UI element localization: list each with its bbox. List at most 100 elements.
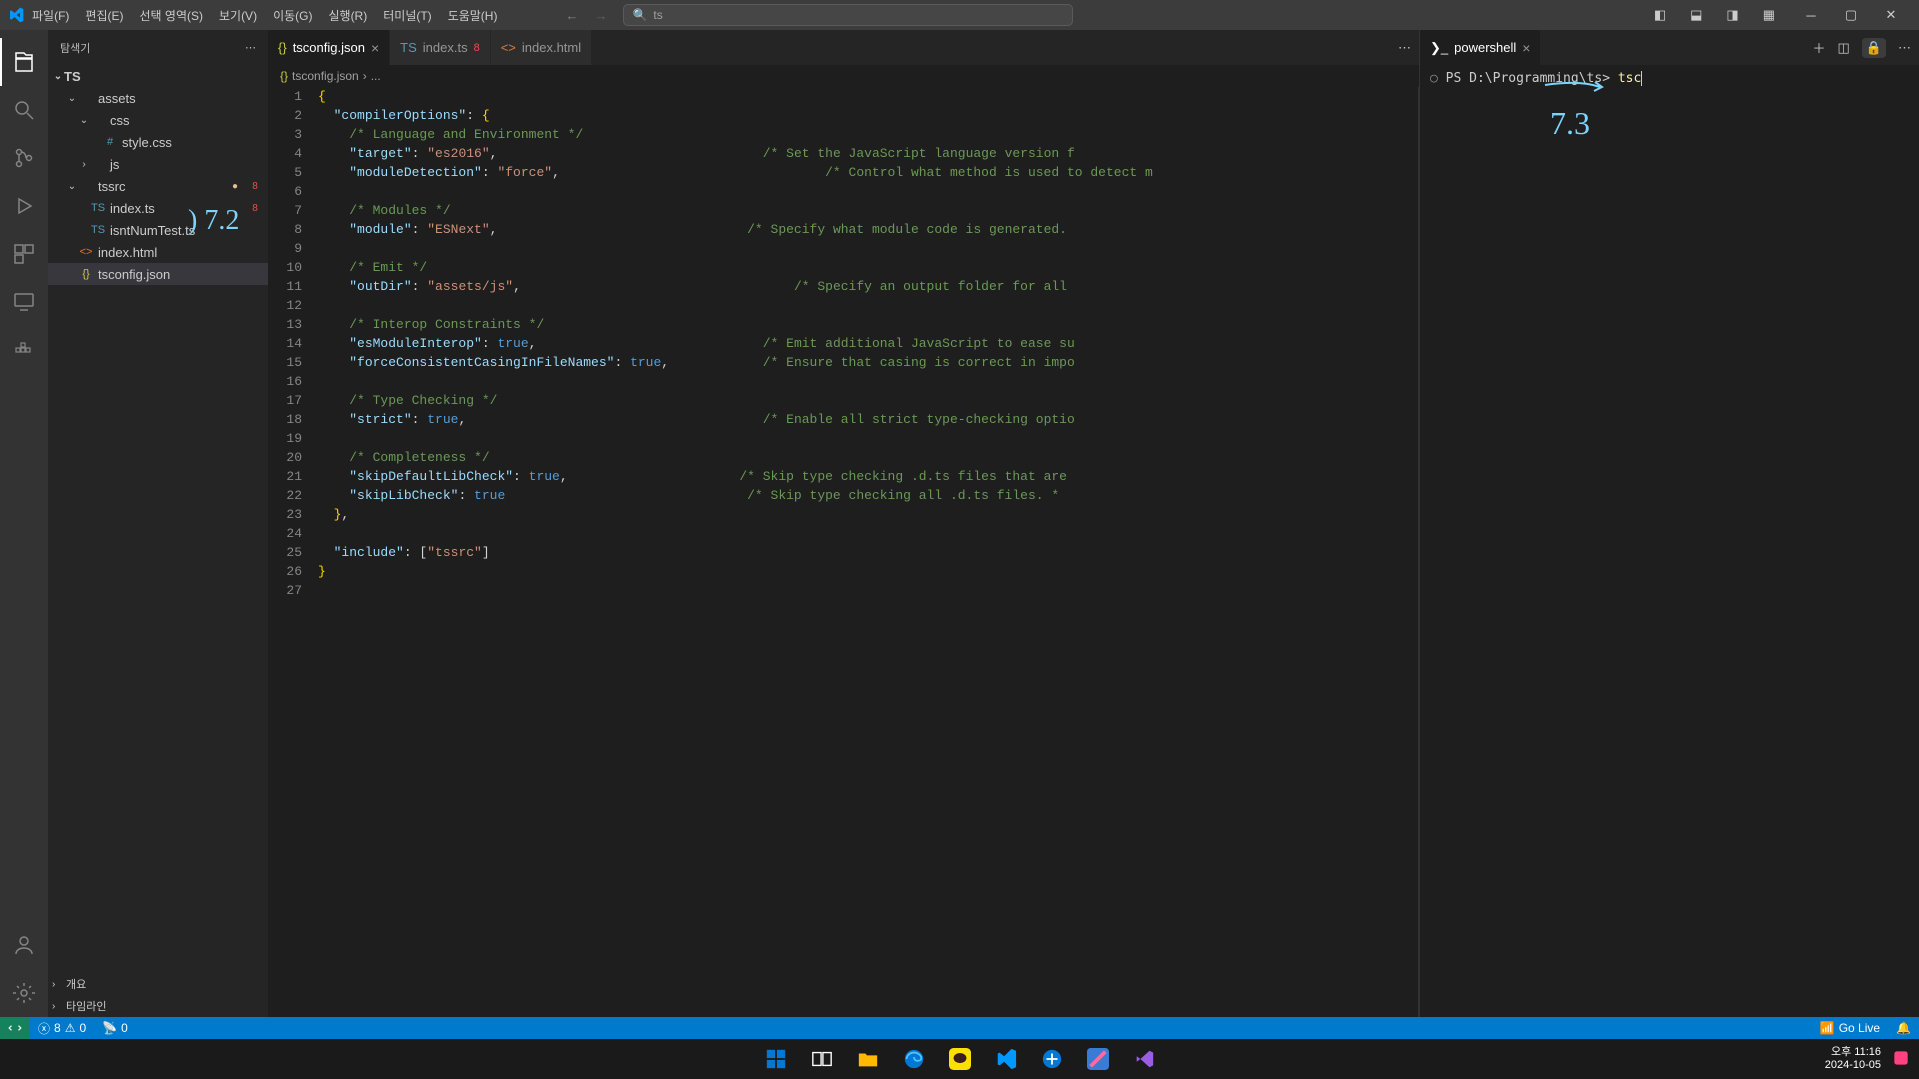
warning-icon: ⚠ xyxy=(65,1021,76,1035)
activity-settings[interactable] xyxy=(0,969,48,1017)
tree-folder[interactable]: ⌄tssrc●8 xyxy=(48,175,268,197)
window-close-button[interactable]: ✕ xyxy=(1871,0,1911,30)
toggle-secondary-sidebar-icon[interactable]: ◨ xyxy=(1720,7,1744,23)
code-area[interactable]: { "compilerOptions": { /* Language and E… xyxy=(318,87,1418,1017)
window-minimize-button[interactable]: ─ xyxy=(1791,0,1831,30)
taskbar-task-view[interactable] xyxy=(802,1043,842,1075)
activity-search[interactable] xyxy=(0,86,48,134)
split-terminal-icon[interactable]: ◫ xyxy=(1838,40,1850,56)
handwritten-annotation-73: 7.3 xyxy=(1550,85,1590,122)
nav-forward-icon[interactable]: → xyxy=(594,8,607,23)
modified-indicator: ● xyxy=(228,179,242,193)
taskbar-edge[interactable] xyxy=(894,1043,934,1075)
terminal-more-icon[interactable]: ⋯ xyxy=(1898,40,1911,56)
tree-root[interactable]: ⌄ TS xyxy=(48,65,268,87)
search-icon: 🔍 xyxy=(632,8,647,22)
menu-item[interactable]: 보기(V) xyxy=(211,0,265,30)
menu-item[interactable]: 이동(G) xyxy=(265,0,320,30)
chevron-down-icon: ⌄ xyxy=(66,181,78,192)
status-ports[interactable]: 📡0 xyxy=(94,1021,136,1035)
error-count-badge: 8 xyxy=(248,201,262,215)
chevron-right-icon: › xyxy=(78,159,90,170)
tree-file[interactable]: TSisntNumTest.ts xyxy=(48,219,268,241)
nav-back-icon[interactable]: ← xyxy=(565,8,578,23)
broadcast-icon: 📶 xyxy=(1820,1021,1835,1035)
breadcrumb[interactable]: {} tsconfig.json › ... xyxy=(268,65,1419,87)
activity-remote-explorer[interactable] xyxy=(0,278,48,326)
taskbar-app-gradient[interactable] xyxy=(1078,1043,1118,1075)
tree-file[interactable]: <>index.html xyxy=(48,241,268,263)
command-center[interactable]: 🔍 ts xyxy=(623,4,1073,26)
menu-item[interactable]: 편집(E) xyxy=(77,0,131,30)
menu-item[interactable]: 실행(R) xyxy=(320,0,375,30)
file-type-icon: # xyxy=(102,136,118,148)
radio-tower-icon: 📡 xyxy=(102,1021,117,1035)
remote-indicator[interactable] xyxy=(0,1017,30,1039)
tree-item-label: tssrc xyxy=(98,179,228,194)
editor-tab[interactable]: <>index.html xyxy=(491,30,592,65)
editor-more-icon[interactable]: ⋯ xyxy=(1398,40,1411,56)
taskbar-clock[interactable]: 오후 11:16 2024-10-05 xyxy=(1825,1046,1881,1072)
activity-accounts[interactable] xyxy=(0,921,48,969)
tree-folder[interactable]: ›js xyxy=(48,153,268,175)
sidebar-more-icon[interactable]: ⋯ xyxy=(245,41,256,54)
window-maximize-button[interactable]: ▢ xyxy=(1831,0,1871,30)
editor-body[interactable]: 1234567891011121314151617181920212223242… xyxy=(268,87,1419,1017)
status-notifications[interactable]: 🔔 xyxy=(1888,1021,1919,1035)
file-type-icon: TS xyxy=(90,224,106,236)
chevron-down-icon: ⌄ xyxy=(52,71,64,82)
terminal-lock-icon[interactable]: 🔒 xyxy=(1862,38,1886,58)
tree-file[interactable]: #style.css xyxy=(48,131,268,153)
search-text: ts xyxy=(653,8,662,22)
close-icon[interactable]: × xyxy=(371,40,379,56)
menu-item[interactable]: 선택 영역(S) xyxy=(131,0,211,30)
activity-run-debug[interactable] xyxy=(0,182,48,230)
sidebar-section[interactable]: ›개요 xyxy=(48,973,268,995)
vscode-icon xyxy=(8,7,24,23)
tree-folder[interactable]: ⌄ assets xyxy=(48,87,268,109)
taskbar-tray-icon[interactable] xyxy=(1891,1048,1911,1071)
toggle-primary-sidebar-icon[interactable]: ◧ xyxy=(1648,7,1672,23)
menu-bar: 파일(F)편집(E)선택 영역(S)보기(V)이동(G)실행(R)터미널(T)도… xyxy=(24,0,505,30)
menu-item[interactable]: 터미널(T) xyxy=(375,0,439,30)
sidebar-title: 탐색기 xyxy=(60,40,90,56)
activity-docker[interactable] xyxy=(0,326,48,374)
chevron-right-icon: › xyxy=(52,1001,66,1012)
menu-item[interactable]: 파일(F) xyxy=(24,0,77,30)
activity-source-control[interactable] xyxy=(0,134,48,182)
status-go-live[interactable]: 📶Go Live xyxy=(1812,1021,1888,1035)
file-tree: ⌄ TS ⌄assets⌄css#style.css›js⌄tssrc●8TSi… xyxy=(48,65,268,973)
activity-extensions[interactable] xyxy=(0,230,48,278)
editor-tabs-actions: ⋯ xyxy=(1390,30,1419,65)
toggle-panel-icon[interactable]: ⬓ xyxy=(1684,7,1708,23)
close-icon[interactable]: × xyxy=(1522,40,1530,56)
taskbar-visual-studio[interactable] xyxy=(1124,1043,1164,1075)
terminal-tab-powershell[interactable]: ❯_ powershell × xyxy=(1420,30,1541,65)
taskbar-app-blue[interactable] xyxy=(1032,1043,1072,1075)
chevron-right-icon: › xyxy=(52,979,66,990)
tree-file[interactable]: TSindex.ts8 xyxy=(48,197,268,219)
file-type-icon: {} xyxy=(78,268,94,280)
new-terminal-icon[interactable]: ＋ xyxy=(1813,38,1826,57)
taskbar-vscode[interactable] xyxy=(986,1043,1026,1075)
titlebar: 파일(F)편집(E)선택 영역(S)보기(V)이동(G)실행(R)터미널(T)도… xyxy=(0,0,1919,30)
editor-tab[interactable]: TSindex.ts8 xyxy=(390,30,491,65)
customize-layout-icon[interactable]: ▦ xyxy=(1757,7,1781,23)
editor-tab[interactable]: {}tsconfig.json× xyxy=(268,30,390,65)
windows-taskbar: 오후 11:16 2024-10-05 xyxy=(0,1039,1919,1079)
taskbar-explorer[interactable] xyxy=(848,1043,888,1075)
status-problems[interactable]: ⓧ8 ⚠0 xyxy=(30,1020,94,1037)
taskbar-kakao[interactable] xyxy=(940,1043,980,1075)
chevron-down-icon: ⌄ xyxy=(66,93,78,104)
tree-file[interactable]: {}tsconfig.json xyxy=(48,263,268,285)
tree-item-label: assets xyxy=(98,91,268,106)
explorer-sidebar: 탐색기 ⋯ ⌄ TS ⌄assets⌄css#style.css›js⌄tssr… xyxy=(48,30,268,1017)
menu-item[interactable]: 도움말(H) xyxy=(440,0,506,30)
taskbar-start[interactable] xyxy=(756,1043,796,1075)
sidebar-section[interactable]: ›타임라인 xyxy=(48,995,268,1017)
activity-explorer[interactable] xyxy=(0,38,48,86)
terminal-tabs: ❯_ powershell × ＋ ◫ 🔒 ⋯ xyxy=(1420,30,1919,65)
terminal-body[interactable]: ○ PS D:\Programming\ts> tsc 7.3 xyxy=(1420,65,1919,1017)
tree-item-label: css xyxy=(110,113,268,128)
tree-folder[interactable]: ⌄css xyxy=(48,109,268,131)
